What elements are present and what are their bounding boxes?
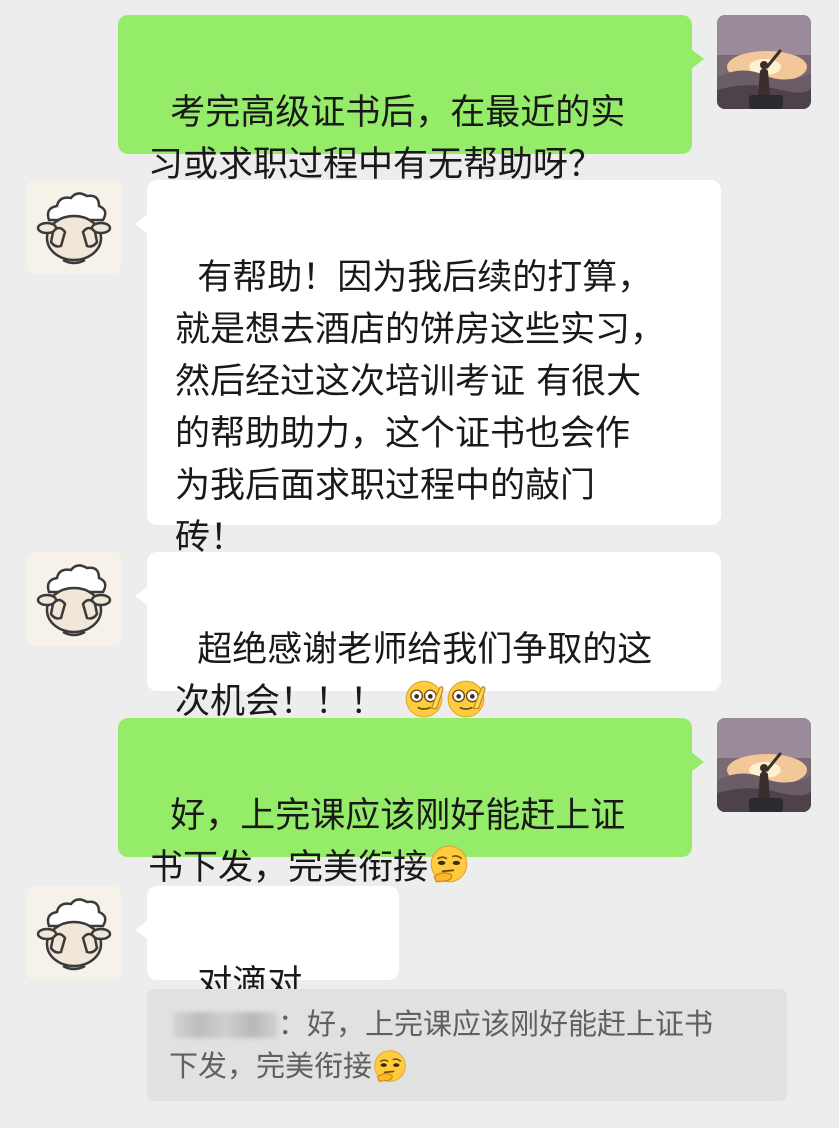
contact-avatar[interactable]	[27, 886, 121, 980]
message-bubble-incoming[interactable]: 有帮助！因为我后续的打算， 就是想去酒店的饼房这些实习， 然后经过这次培训考证 …	[135, 180, 721, 558]
message-text: 有帮助！因为我后续的打算， 就是想去酒店的饼房这些实习， 然后经过这次培训考证 …	[175, 258, 666, 558]
blurred-sender-name	[173, 1012, 278, 1038]
message-bubble-outgoing[interactable]: 好，上完课应该刚好能赶上证 书下发，完美衔接	[118, 718, 704, 888]
quoted-message[interactable]: ：好，上完课应该刚好能赶上证书 下发，完美衔接	[147, 989, 787, 1101]
my-avatar[interactable]	[717, 718, 811, 812]
message-bubble-outgoing[interactable]: 考完高级证书后，在最近的实 习或求职过程中有无帮助呀？	[118, 15, 704, 185]
message-text: 好，上完课应该刚好能赶上证 书下发，完美衔接	[148, 796, 626, 888]
message-bubble-incoming[interactable]: 对滴对滴！	[135, 886, 399, 1056]
message-bubble-incoming[interactable]: 超绝感谢老师给我们争取的这 次机会！！！	[135, 552, 721, 722]
thinking-face-icon	[372, 1048, 408, 1095]
thinking-face-icon	[428, 843, 470, 900]
my-avatar[interactable]	[717, 15, 811, 109]
message-text: 考完高级证书后，在最近的实 习或求职过程中有无帮助呀？	[148, 93, 626, 185]
contact-avatar[interactable]	[27, 180, 121, 274]
contact-avatar[interactable]	[27, 552, 121, 646]
